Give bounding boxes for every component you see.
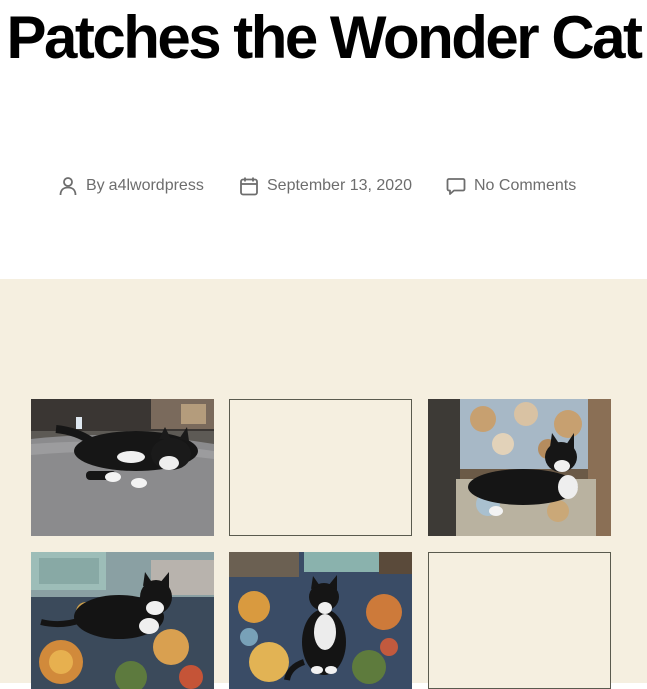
post-meta: By a4lwordpress September 13, 2020 No Co… — [0, 174, 647, 198]
gallery-image-cat-on-ottoman[interactable] — [31, 399, 214, 536]
author-link[interactable]: a4lwordpress — [109, 177, 204, 195]
post-content — [0, 279, 647, 689]
post-header: Patches the Wonder Cat By a4lwordpress S… — [0, 0, 647, 279]
gallery-image-cat-on-rug[interactable] — [31, 552, 214, 689]
gallery-image-cat-on-chair[interactable] — [428, 399, 611, 536]
gallery-image-cat-sitting[interactable] — [229, 552, 412, 689]
calendar-icon — [240, 177, 258, 196]
cat-photo — [229, 552, 412, 689]
cat-photo — [428, 399, 611, 536]
cat-photo — [31, 399, 214, 536]
gallery-image-placeholder[interactable] — [428, 552, 611, 689]
image-gallery — [0, 279, 647, 689]
post-title: Patches the Wonder Cat — [6, 4, 643, 71]
post-date: September 13, 2020 — [239, 174, 412, 198]
person-icon — [59, 177, 77, 196]
speech-bubble-icon — [446, 178, 466, 195]
post-author: By a4lwordpress — [58, 174, 204, 198]
cat-photo — [31, 552, 214, 689]
author-prefix: By — [86, 177, 105, 194]
comments-link[interactable]: No Comments — [474, 177, 576, 195]
post-comments: No Comments — [446, 174, 576, 198]
gallery-image-placeholder[interactable] — [229, 399, 412, 536]
date-link[interactable]: September 13, 2020 — [267, 177, 412, 195]
